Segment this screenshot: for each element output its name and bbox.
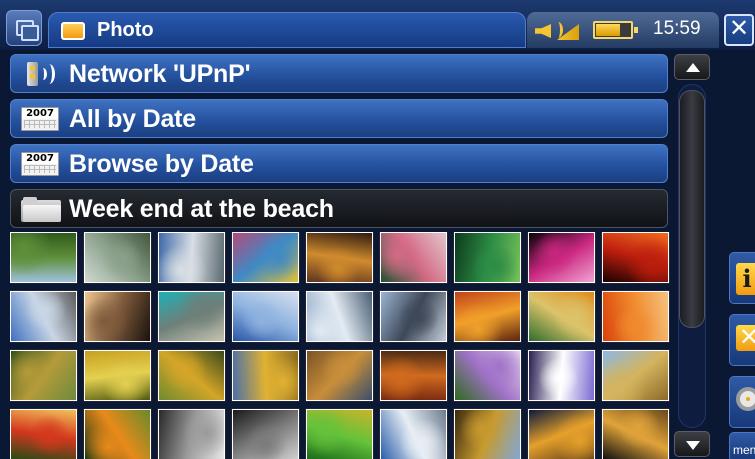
- delete-icon: ✕: [736, 325, 755, 351]
- photo-thumbnail-green-parrot[interactable]: [306, 409, 373, 459]
- list-item-label: Week end at the beach: [69, 195, 334, 223]
- photo-thumbnail-bamboo-forest[interactable]: [454, 232, 521, 283]
- photo-thumbnail-yellow-foliage[interactable]: [84, 350, 151, 401]
- photo-thumbnail-autumn-branches[interactable]: [158, 350, 225, 401]
- photo-thumbnail-sunset-silhouette[interactable]: [84, 291, 151, 342]
- photo-thumbnail-night-bridge[interactable]: [528, 409, 595, 459]
- photo-thumbnail-ferris-wheel[interactable]: [380, 291, 447, 342]
- thumbnail-grid: [10, 232, 670, 459]
- photo-thumbnail-red-autumn-forest[interactable]: [380, 350, 447, 401]
- battery-level: [596, 24, 620, 36]
- browser-list: Network 'UPnP' 2007 All by Date 2007 Bro…: [10, 54, 668, 234]
- scrollbar[interactable]: [674, 54, 710, 459]
- folder-icon: [21, 197, 61, 222]
- photo-thumbnail-orange-pasta[interactable]: [602, 291, 669, 342]
- speaker-icon[interactable]: [535, 20, 579, 40]
- calendar-icon: 2007: [21, 107, 59, 131]
- photo-thumbnail-palace-fountains[interactable]: [10, 291, 77, 342]
- photo-thumbnail-iris-flower[interactable]: [528, 350, 595, 401]
- photo-thumbnail-lit-building-night[interactable]: [602, 409, 669, 459]
- photo-thumbnail-city-bw[interactable]: [158, 409, 225, 459]
- top-bar: Photo 15:59 ✕: [0, 0, 755, 50]
- battery-icon: [593, 21, 638, 39]
- photo-thumbnail-skyscrapers-blue[interactable]: [232, 291, 299, 342]
- photo-icon: [61, 22, 85, 40]
- scroll-down-button[interactable]: [674, 431, 710, 457]
- photo-thumbnail-cloudy-mountains[interactable]: [158, 232, 225, 283]
- list-item-label: All by Date: [69, 105, 196, 133]
- list-item-week-end-folder[interactable]: Week end at the beach: [10, 189, 668, 228]
- photo-thumbnail-orange-fruits-tree[interactable]: [84, 409, 151, 459]
- list-item-browse-by-date[interactable]: 2007 Browse by Date: [10, 144, 668, 183]
- photo-thumbnail-tea-set-cups[interactable]: [528, 291, 595, 342]
- photo-thumbnail-glass-towers[interactable]: [306, 291, 373, 342]
- photo-thumbnail-red-firework[interactable]: [602, 232, 669, 283]
- photo-thumbnail-pink-firework[interactable]: [528, 232, 595, 283]
- list-item-label: Browse by Date: [69, 150, 254, 178]
- delete-button[interactable]: ✕: [729, 314, 755, 366]
- settings-button[interactable]: [729, 376, 755, 428]
- photo-thumbnail-market-shop[interactable]: [306, 232, 373, 283]
- title-tab: Photo: [48, 12, 526, 48]
- photo-thumbnail-red-apple[interactable]: [10, 409, 77, 459]
- photo-thumbnail-golden-statue[interactable]: [454, 409, 521, 459]
- menu-label: menu: [733, 443, 755, 457]
- scroll-up-button[interactable]: [674, 54, 710, 80]
- network-upnp-icon: [21, 62, 59, 86]
- list-item-network-upnp[interactable]: Network 'UPnP': [10, 54, 668, 93]
- photo-thumbnail-golden-trees-lake[interactable]: [232, 350, 299, 401]
- status-area: 15:59: [527, 12, 719, 48]
- photo-thumbnail-garden-blossoms[interactable]: [380, 232, 447, 283]
- clock: 15:59: [653, 18, 701, 39]
- photo-thumbnail-spice-jars[interactable]: [454, 291, 521, 342]
- settings-icon: [736, 387, 755, 411]
- photo-thumbnail-waterfall-mist[interactable]: [84, 232, 151, 283]
- photo-thumbnail-colorful-stalls[interactable]: [232, 232, 299, 283]
- info-button[interactable]: i: [729, 252, 755, 304]
- photo-thumbnail-gargoyle-bw[interactable]: [232, 409, 299, 459]
- window-switch-icon[interactable]: [6, 10, 42, 46]
- list-item-label: Network 'UPnP': [69, 60, 251, 88]
- photo-thumbnail-autumn-park[interactable]: [10, 350, 77, 401]
- calendar-icon: 2007: [21, 152, 59, 176]
- window-title: Photo: [97, 19, 154, 41]
- info-icon: i: [736, 263, 755, 295]
- photo-thumbnail-hay-bales[interactable]: [602, 350, 669, 401]
- photo-thumbnail-purple-alliums[interactable]: [454, 350, 521, 401]
- photo-thumbnail-green-hills[interactable]: [10, 232, 77, 283]
- menu-button[interactable]: menu: [729, 432, 755, 459]
- close-button[interactable]: ✕: [724, 14, 754, 46]
- scroll-thumb[interactable]: [679, 90, 705, 328]
- photo-thumbnail-turquoise-cave[interactable]: [158, 291, 225, 342]
- photo-thumbnail-tree-by-water[interactable]: [306, 350, 373, 401]
- photo-thumbnail-snowy-lake[interactable]: [380, 409, 447, 459]
- list-item-all-by-date[interactable]: 2007 All by Date: [10, 99, 668, 138]
